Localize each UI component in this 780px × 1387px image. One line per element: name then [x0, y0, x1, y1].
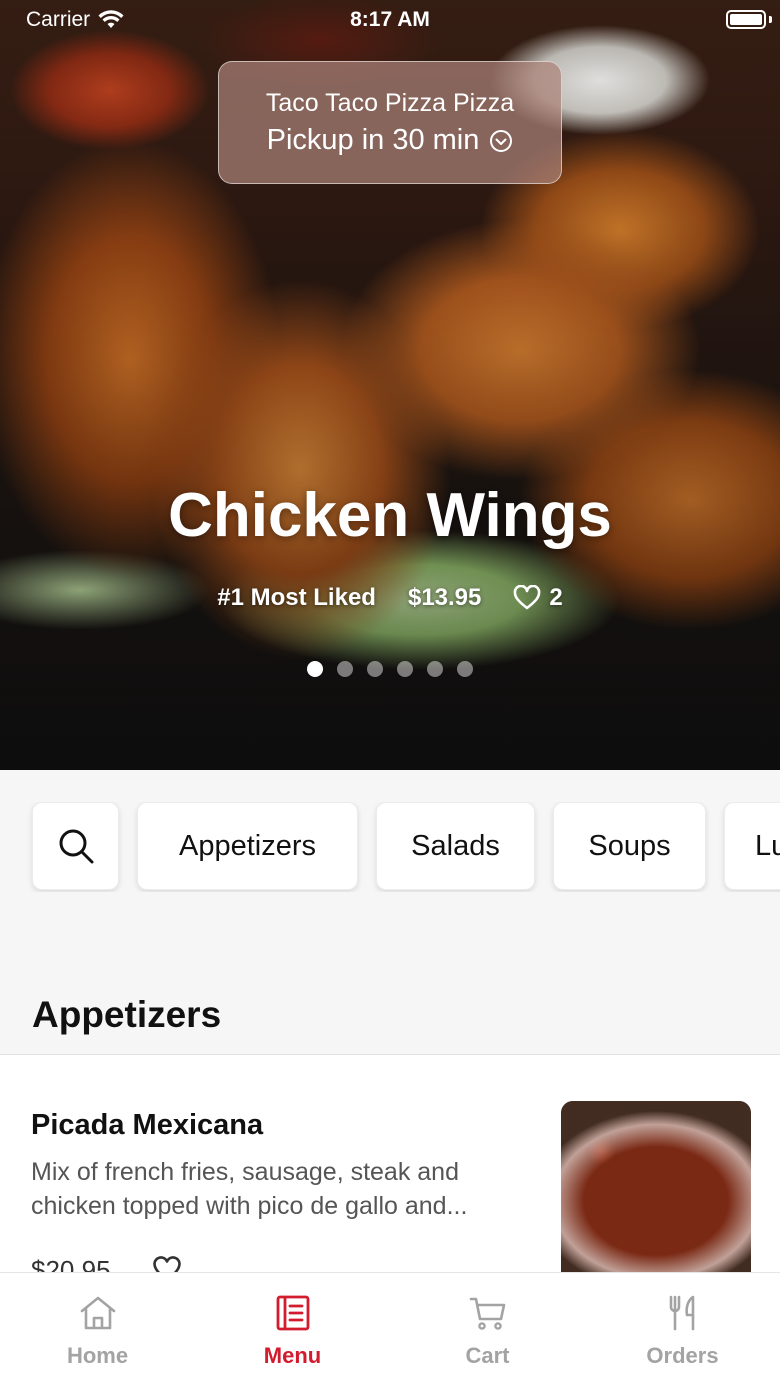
category-chip-appetizers[interactable]: Appetizers [137, 802, 358, 890]
carousel-dot[interactable] [337, 661, 353, 677]
heart-icon [514, 585, 541, 610]
carousel-dot[interactable] [307, 661, 323, 677]
store-selector[interactable]: Taco Taco Pizza Pizza Pickup in 30 min [218, 61, 562, 184]
menu-icon [276, 1295, 309, 1331]
category-label: Appetizers [178, 829, 316, 862]
tab-home[interactable]: Home [0, 1273, 195, 1387]
carousel-dot[interactable] [397, 661, 413, 677]
item-image-plate [561, 1101, 751, 1284]
category-chips[interactable]: Appetizers Salads Soups Lu [0, 802, 780, 892]
menu-item-card[interactable]: Picada Mexicana Mix of french fries, sau… [0, 1054, 780, 1284]
item-image [561, 1101, 751, 1284]
tab-label: Menu [263, 1343, 322, 1368]
carousel-dot[interactable] [457, 661, 473, 677]
category-chip-lunch[interactable]: Lu [724, 802, 780, 890]
featured-meta: #1 Most Liked $13.95 2 [0, 584, 780, 612]
category-label: Salads [411, 829, 500, 862]
featured-likes[interactable]: 2 [513, 584, 563, 612]
tab-label: Home [66, 1343, 129, 1368]
search-icon [59, 829, 93, 864]
category-chip-salads[interactable]: Salads [376, 802, 535, 890]
tab-orders[interactable]: Orders [585, 1273, 780, 1387]
battery-icon [726, 10, 766, 29]
featured-title: Chicken Wings [168, 481, 612, 550]
tab-label: Cart [465, 1343, 510, 1368]
tab-label: Orders [646, 1343, 719, 1368]
featured-price: $13.95 [407, 584, 482, 611]
carousel-dots[interactable] [0, 661, 780, 677]
status-bar: Carrier 8:17 AM [0, 0, 780, 40]
store-name: Taco Taco Pizza Pizza [265, 89, 515, 117]
home-icon [80, 1296, 115, 1330]
status-time: 8:17 AM [350, 8, 430, 31]
battery-tip [769, 16, 772, 23]
utensils-icon [669, 1295, 694, 1331]
item-description: Mix of french fries, sausage, steak and … [31, 1158, 468, 1220]
section-title: Appetizers [32, 994, 222, 1035]
featured-badge: #1 Most Liked [217, 584, 376, 611]
carousel-dot[interactable] [367, 661, 383, 677]
chevron-down-circle-icon [490, 129, 513, 152]
category-label: Soups [588, 829, 671, 862]
tab-bar: Home Menu Cart Orders [0, 1272, 780, 1387]
search-button[interactable] [32, 802, 119, 890]
pickup-time: Pickup in 30 min [219, 124, 561, 157]
cart-icon [469, 1297, 505, 1330]
category-label: Lu [755, 829, 780, 862]
featured-hero[interactable]: Carrier 8:17 AM Taco Taco Pizza Pizza Pi… [0, 0, 780, 770]
item-name: Picada Mexicana [31, 1109, 264, 1141]
category-chip-soups[interactable]: Soups [553, 802, 706, 890]
tab-menu[interactable]: Menu [195, 1273, 390, 1387]
pickup-label: Pickup in 30 min [266, 124, 480, 156]
likes-count: 2 [549, 584, 563, 611]
tab-cart[interactable]: Cart [390, 1273, 585, 1387]
carousel-dot[interactable] [427, 661, 443, 677]
